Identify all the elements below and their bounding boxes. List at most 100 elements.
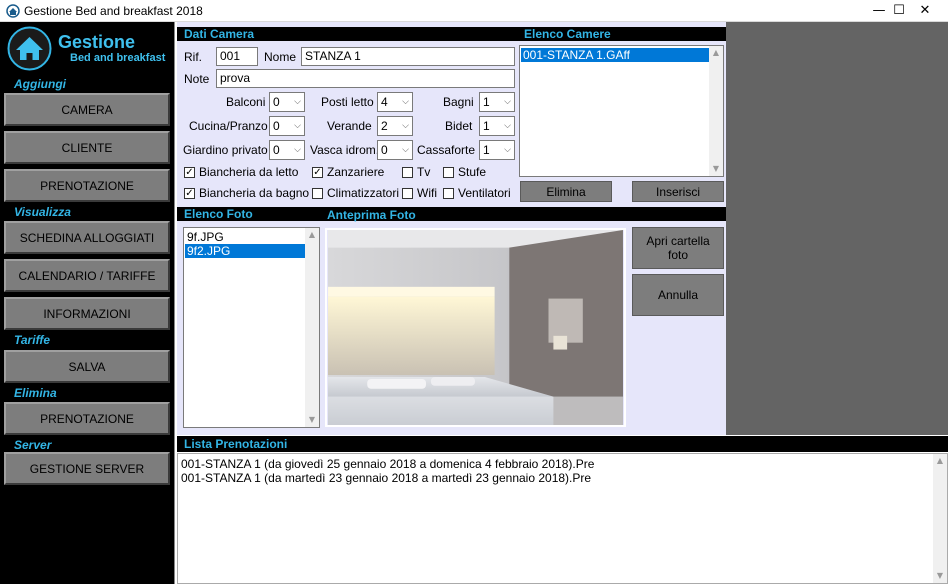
app-icon bbox=[6, 4, 20, 18]
calendario-tariffe-button[interactable]: CALENDARIO / TARIFFE bbox=[4, 259, 170, 292]
climatizzatori-checkbox[interactable] bbox=[312, 188, 323, 199]
bidet-select[interactable]: 1 ⌵ bbox=[479, 116, 515, 136]
anteprima-foto-header: Anteprima Foto bbox=[327, 208, 416, 222]
add-camera-button[interactable]: CAMERA bbox=[4, 93, 170, 126]
cucina-pranzo-select[interactable]: 0 ⌵ bbox=[269, 116, 305, 136]
vasca-idrom-select[interactable]: 0 ⌵ bbox=[377, 140, 413, 160]
section-aggiungi: Aggiungi bbox=[14, 77, 66, 91]
prenotazioni-list[interactable]: 001-STANZA 1 (da giovedì 25 gennaio 2018… bbox=[177, 453, 948, 584]
balconi-label: Balconi bbox=[226, 95, 266, 109]
close-button[interactable]: ✕ bbox=[902, 0, 948, 22]
add-cliente-button[interactable]: CLIENTE bbox=[4, 131, 170, 164]
rif-field[interactable]: 001 bbox=[216, 47, 258, 66]
bagni-value: 1 bbox=[483, 95, 490, 109]
posti-letto-label: Posti letto bbox=[321, 95, 374, 109]
prenotazione-list-item[interactable]: 001-STANZA 1 (da martedì 23 gennaio 2018… bbox=[179, 471, 591, 485]
nome-field[interactable]: STANZA 1 bbox=[301, 47, 515, 66]
bidet-label: Bidet bbox=[445, 119, 473, 133]
ventilatori-label: Ventilatori bbox=[458, 186, 511, 200]
chevron-down-icon: ⌵ bbox=[294, 121, 301, 131]
vertical-scrollbar[interactable]: ▲ ▼ bbox=[933, 454, 947, 583]
lista-prenotazioni-panel: Lista Prenotazioni 001-STANZA 1 (da giov… bbox=[177, 435, 948, 584]
biancheria-letto-label: Biancheria da letto bbox=[199, 165, 299, 179]
section-elimina: Elimina bbox=[14, 386, 57, 400]
ventilatori-checkbox[interactable] bbox=[443, 188, 454, 199]
chevron-down-icon: ⌵ bbox=[294, 97, 301, 107]
rif-label: Rif. bbox=[184, 50, 202, 64]
vasca-idrom-value: 0 bbox=[381, 143, 388, 157]
note-field[interactable]: prova bbox=[216, 69, 515, 88]
chevron-down-icon: ⌵ bbox=[504, 121, 511, 131]
balconi-select[interactable]: 0 ⌵ bbox=[269, 92, 305, 112]
prenotazione-list-item[interactable]: 001-STANZA 1 (da giovedì 25 gennaio 2018… bbox=[179, 457, 594, 471]
scroll-down-icon[interactable]: ▼ bbox=[305, 413, 319, 427]
dati-camera-panel: Dati Camera Elenco Camere Rif. 001 Nome … bbox=[177, 22, 726, 207]
stufe-label: Stufe bbox=[458, 165, 487, 179]
foto-list-item[interactable]: 9f2.JPG bbox=[185, 244, 305, 258]
inserisci-camera-button[interactable]: Inserisci bbox=[632, 181, 724, 202]
foto-header-bar bbox=[177, 207, 726, 221]
verande-value: 2 bbox=[381, 119, 388, 133]
section-tariffe: Tariffe bbox=[14, 333, 51, 347]
scroll-up-icon[interactable]: ▲ bbox=[305, 228, 319, 242]
add-prenotazione-button[interactable]: PRENOTAZIONE bbox=[4, 169, 170, 202]
stufe-checkbox[interactable] bbox=[443, 167, 454, 178]
tv-checkbox[interactable] bbox=[402, 167, 413, 178]
delete-prenotazione-button[interactable]: PRENOTAZIONE bbox=[4, 402, 170, 435]
annulla-button[interactable]: Annulla bbox=[632, 274, 724, 316]
scroll-up-icon[interactable]: ▲ bbox=[709, 46, 723, 60]
section-server: Server bbox=[14, 438, 52, 452]
chevron-down-icon: ⌵ bbox=[402, 121, 409, 131]
cucina-pranzo-label: Cucina/Pranzo bbox=[189, 119, 268, 133]
gestione-server-button[interactable]: GESTIONE SERVER bbox=[4, 452, 170, 485]
biancheria-letto-checkbox[interactable]: ✓ bbox=[184, 167, 195, 178]
salva-tariffe-button[interactable]: SALVA bbox=[4, 350, 170, 383]
chevron-down-icon: ⌵ bbox=[504, 145, 511, 155]
chevron-down-icon: ⌵ bbox=[402, 97, 409, 107]
logo-title: Gestione bbox=[58, 32, 136, 52]
giardino-privato-select[interactable]: 0 ⌵ bbox=[269, 140, 305, 160]
wifi-label: Wifi bbox=[417, 186, 437, 200]
bagni-select[interactable]: 1 ⌵ bbox=[479, 92, 515, 112]
wifi-checkbox[interactable] bbox=[402, 188, 413, 199]
apri-cartella-foto-button[interactable]: Apri cartella foto bbox=[632, 227, 724, 269]
empty-area bbox=[726, 22, 948, 435]
window-title: Gestione Bed and breakfast 2018 bbox=[24, 4, 203, 18]
verande-select[interactable]: 2 ⌵ bbox=[377, 116, 413, 136]
elenco-foto-header: Elenco Foto bbox=[184, 207, 253, 221]
cassaforte-label: Cassaforte bbox=[417, 143, 476, 157]
tv-label: Tv bbox=[417, 165, 431, 179]
scroll-up-icon[interactable]: ▲ bbox=[933, 454, 947, 468]
scroll-down-icon[interactable]: ▼ bbox=[933, 569, 947, 583]
chevron-down-icon: ⌵ bbox=[402, 145, 409, 155]
note-label: Note bbox=[184, 72, 210, 86]
vertical-scrollbar[interactable]: ▲ ▼ bbox=[305, 228, 319, 427]
climatizzatori-label: Climatizzatori bbox=[327, 186, 400, 200]
nome-label: Nome bbox=[264, 50, 297, 64]
home-icon bbox=[7, 26, 52, 71]
posti-letto-select[interactable]: 4 ⌵ bbox=[377, 92, 413, 112]
biancheria-bagno-label: Biancheria da bagno bbox=[199, 186, 310, 200]
camera-list-item[interactable]: 001-STANZA 1.GAff bbox=[521, 48, 710, 62]
informazioni-button[interactable]: INFORMAZIONI bbox=[4, 297, 170, 330]
vertical-scrollbar[interactable]: ▲ ▼ bbox=[709, 46, 723, 176]
balconi-value: 0 bbox=[273, 95, 280, 109]
chevron-down-icon: ⌵ bbox=[294, 145, 301, 155]
schedina-alloggiati-button[interactable]: SCHEDINA ALLOGGIATI bbox=[4, 221, 170, 254]
elimina-camera-button[interactable]: Elimina bbox=[520, 181, 612, 202]
elenco-camere-header: Elenco Camere bbox=[517, 27, 726, 41]
vasca-idrom-label: Vasca idrom. bbox=[310, 143, 380, 157]
sidebar: Gestione Bed and breakfast Aggiungi CAME… bbox=[0, 22, 175, 584]
biancheria-bagno-checkbox[interactable]: ✓ bbox=[184, 188, 195, 199]
elenco-camere-list[interactable]: 001-STANZA 1.GAff ▲ ▼ bbox=[519, 45, 724, 177]
chevron-down-icon: ⌵ bbox=[504, 97, 511, 107]
lista-prenotazioni-header: Lista Prenotazioni bbox=[177, 436, 948, 452]
scroll-down-icon[interactable]: ▼ bbox=[709, 162, 723, 176]
zanzariere-checkbox[interactable]: ✓ bbox=[312, 167, 323, 178]
zanzariere-label: Zanzariere bbox=[327, 165, 385, 179]
dati-camera-header: Dati Camera bbox=[177, 27, 517, 41]
elenco-foto-list[interactable]: 9f.JPG 9f2.JPG ▲ ▼ bbox=[183, 227, 320, 428]
foto-list-item[interactable]: 9f.JPG bbox=[185, 230, 305, 244]
bidet-value: 1 bbox=[483, 119, 490, 133]
cassaforte-select[interactable]: 1 ⌵ bbox=[479, 140, 515, 160]
